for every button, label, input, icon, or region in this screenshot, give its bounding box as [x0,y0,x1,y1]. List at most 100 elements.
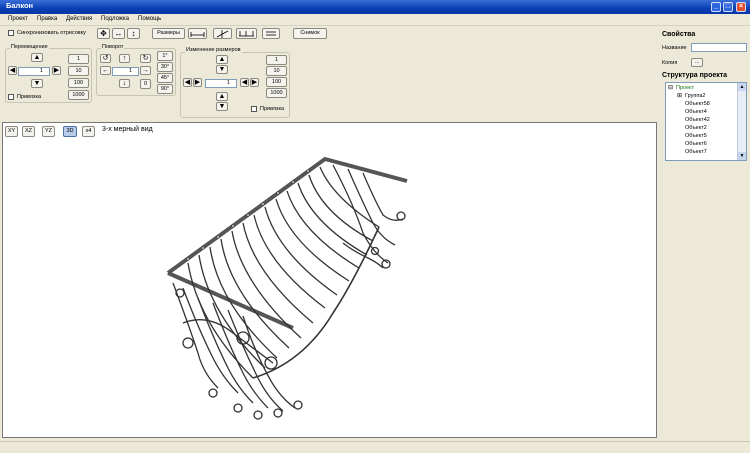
view-yz-button[interactable]: YZ [42,126,55,137]
resize-step-1000[interactable]: 1000 [266,88,287,98]
menu-project[interactable]: Проект [8,16,28,22]
move-down-button[interactable]: ▼ [31,79,43,88]
rotate-angle-45[interactable]: 45° [157,73,173,83]
view-xz-button[interactable]: XZ [22,126,35,137]
view-xy-button[interactable]: XY [5,126,18,137]
rotate-up-button[interactable]: ↑ [119,54,130,63]
sync-checkbox[interactable] [8,30,14,36]
rotate-angle-1[interactable]: 1° [157,51,173,61]
rotate-zero-button[interactable]: 0 [140,79,151,89]
resize-left-out-button[interactable]: ◀ [183,78,192,87]
tree-item[interactable]: Объект42 [685,117,710,123]
resize-snap-label: Привязка [260,106,285,112]
tree-item[interactable]: Объект58 [685,101,710,107]
resize-step-100[interactable]: 100 [266,77,287,87]
view-x4-button[interactable]: x4 [82,126,95,137]
scroll-up-icon[interactable]: ▲ [738,83,746,91]
balcony-railing-drawing [166,156,408,420]
tree-item[interactable]: Объект7 [685,149,707,155]
move-icon[interactable]: ✥ [97,28,110,39]
copy-label: Копия [662,60,678,66]
dimension-icon[interactable] [188,28,207,39]
bottom-curved-rail [252,226,380,379]
name-label: Название [662,45,687,51]
stretch-vertical-icon[interactable]: ↕ [127,28,140,39]
resize-group-title: Изменение размеров [185,47,242,53]
front-balusters [187,166,380,379]
divide-icon-glyph [239,31,254,37]
divide-icon[interactable] [236,28,257,39]
move-left-button[interactable]: ◀ [8,66,17,75]
structure-tree[interactable]: ⊟ Проект ⊞ Группа2 Объект58 Объект4 Объе… [665,82,747,161]
rotate-ccw-button[interactable]: ↺ [100,54,111,63]
maximize-button[interactable]: □ [723,2,733,12]
menu-bar: Проект Правка Действия Подложка Помощь [0,14,750,26]
snapshot-button[interactable]: Снимок [293,28,327,39]
resize-bottom-up-button[interactable]: ▲ [216,92,228,101]
resize-step-10[interactable]: 10 [266,66,287,76]
resize-step-1[interactable]: 1 [266,55,287,65]
rotate-value-input[interactable]: 1 [112,67,139,76]
scroll-down-icon[interactable]: ▼ [738,152,746,160]
stretch-horizontal-icon[interactable]: ↔ [112,28,125,39]
move-step-10[interactable]: 10 [68,66,89,76]
menu-help[interactable]: Помощь [138,16,161,22]
structure-heading: Структура проекта [662,72,728,79]
move-up-button[interactable]: ▲ [31,53,43,62]
resize-left-in-button[interactable]: ▶ [193,78,202,87]
resize-top-down-button[interactable]: ▼ [216,65,228,74]
angle-dimension-icon-glyph [216,30,229,38]
tree-scrollbar[interactable]: ▲ ▼ [737,83,746,160]
move-snap-label: Привязка [17,94,42,100]
view-3d-button[interactable]: 3D [63,126,77,137]
3d-viewport[interactable] [2,122,657,438]
viewport-caption: 3-х мерный вид [102,126,153,133]
move-value-input[interactable]: 1 [18,67,50,76]
rotate-angle-30[interactable]: 30° [157,62,173,72]
close-button[interactable]: × [736,2,746,12]
move-right-button[interactable]: ▶ [52,66,61,75]
rotate-angle-90[interactable]: 90° [157,84,173,94]
sync-label: Синхронизовать отрисовку [17,30,86,36]
menu-actions[interactable]: Действия [66,16,92,22]
list-icon-glyph [266,31,276,36]
resize-value-input[interactable]: 1 [205,79,237,88]
rotate-right-button[interactable]: → [140,66,151,75]
resize-right-out-button[interactable]: ▶ [250,78,259,87]
properties-heading: Свойства [662,31,696,38]
status-bar [0,441,750,453]
resize-bottom-down-button[interactable]: ▼ [216,102,228,111]
rotate-cw-button[interactable]: ↻ [140,54,151,63]
top-rail [166,156,408,275]
tree-item[interactable]: Объект2 [685,125,707,131]
rotate-down-button[interactable]: ↓ [119,79,130,88]
minimize-button[interactable]: _ [711,2,721,12]
name-input[interactable] [691,43,747,52]
tree-item[interactable]: Объект6 [685,141,707,147]
tree-expand-icon[interactable]: ⊞ [677,92,682,99]
move-step-100[interactable]: 100 [68,78,89,88]
move-step-1000[interactable]: 1000 [68,90,89,100]
move-snap-checkbox[interactable] [8,94,14,100]
tree-item[interactable]: Объект5 [685,133,707,139]
angle-dimension-icon[interactable] [213,28,232,39]
tree-item-root[interactable]: Проект [676,85,694,91]
menu-underlay[interactable]: Подложка [101,16,129,22]
resize-right-in-button[interactable]: ◀ [240,78,249,87]
list-icon[interactable] [262,28,280,39]
sizes-button[interactable]: Размеры [152,28,185,39]
tree-item[interactable]: Объект4 [685,109,707,115]
window-title: Балкон [6,1,34,10]
resize-top-up-button[interactable]: ▲ [216,55,228,64]
menu-edit[interactable]: Правка [37,16,57,22]
dimension-icon-glyph [190,32,205,37]
tree-item-group[interactable]: Группа2 [685,93,706,99]
move-group-title: Перемещение [10,44,49,50]
rotate-group-title: Поворот [101,44,125,50]
tree-collapse-icon[interactable]: ⊟ [668,84,673,91]
rotate-left-button[interactable]: ← [100,66,111,75]
copy-browse-button[interactable]: ... [691,58,703,67]
right-scrolls [332,164,406,269]
move-step-1[interactable]: 1 [68,54,89,64]
resize-snap-checkbox[interactable] [251,106,257,112]
